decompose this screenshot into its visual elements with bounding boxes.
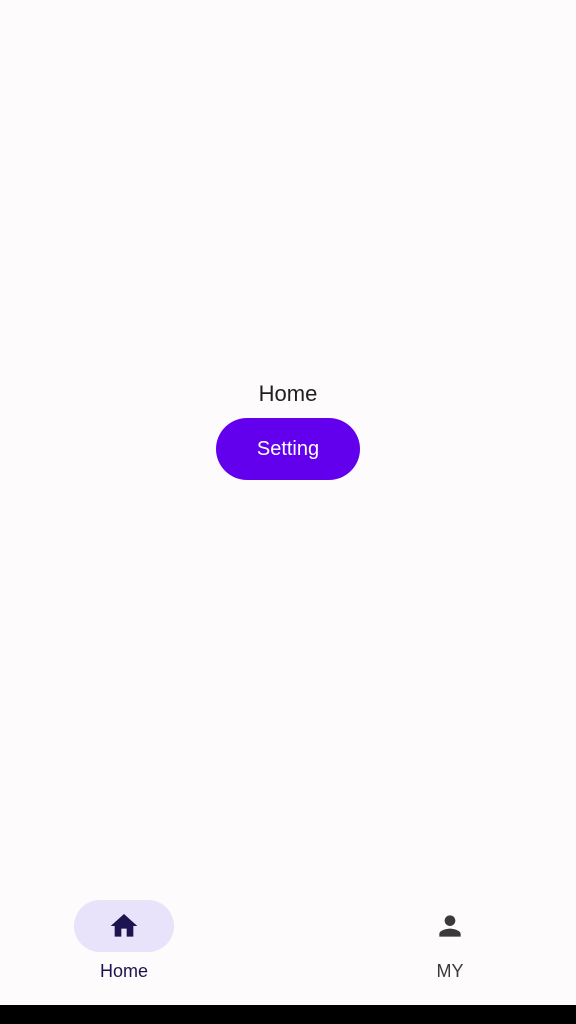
main-content: Home Setting (0, 378, 576, 480)
system-navigation-bar (0, 1005, 576, 1024)
app-screen: Home Setting Home MY (0, 0, 576, 1005)
home-icon (110, 914, 138, 937)
nav-indicator (400, 900, 500, 952)
nav-label-my: MY (436, 961, 464, 981)
nav-item-home[interactable]: Home (49, 888, 199, 1005)
bottom-navigation-bar: Home MY (0, 888, 576, 1005)
person-icon (439, 915, 461, 937)
page-title: Home (258, 381, 318, 406)
setting-button[interactable]: Setting (216, 418, 360, 480)
nav-label-home: Home (99, 961, 148, 981)
nav-item-my[interactable]: MY (375, 888, 525, 1005)
nav-active-indicator (74, 900, 174, 952)
